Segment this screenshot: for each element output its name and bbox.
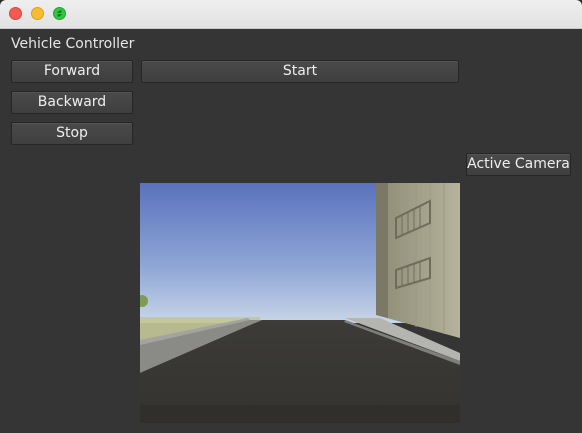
stop-button[interactable]: Stop <box>11 122 133 145</box>
active-camera-button[interactable]: Active Camera <box>466 153 571 176</box>
app-window: Vehicle Controller Forward Start Backwar… <box>0 0 582 433</box>
forward-button[interactable]: Forward <box>11 60 133 83</box>
app-title: Vehicle Controller <box>11 36 135 52</box>
backward-button[interactable]: Backward <box>11 91 133 114</box>
title-bar <box>0 0 582 29</box>
camera-view <box>140 183 460 423</box>
close-icon[interactable] <box>9 7 22 20</box>
minimize-icon[interactable] <box>31 7 44 20</box>
start-button[interactable]: Start <box>141 60 459 83</box>
maximize-icon[interactable] <box>53 7 66 20</box>
